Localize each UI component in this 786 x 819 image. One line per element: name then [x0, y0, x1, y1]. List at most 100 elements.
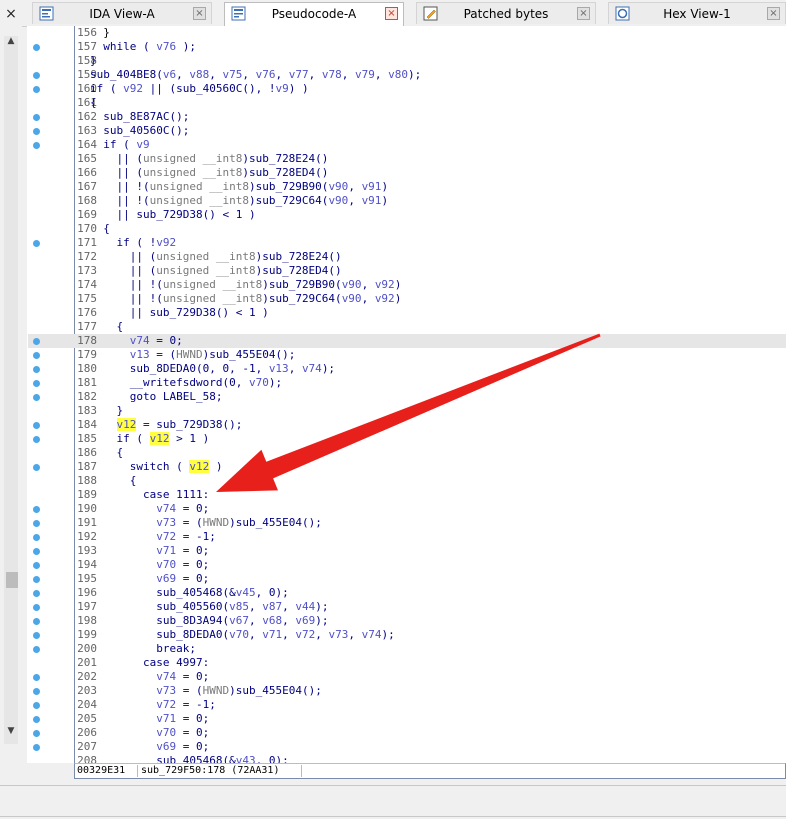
code-line[interactable]: 202 v74 = 0;: [28, 670, 786, 684]
breakpoint-dot-icon[interactable]: [33, 548, 40, 555]
breakpoint-dot-icon[interactable]: [33, 562, 40, 569]
breakpoint-dot-icon[interactable]: [33, 744, 40, 751]
code-line[interactable]: 181 __writefsdword(0, v70);: [28, 376, 786, 390]
code-line[interactable]: 198 sub_8D3A94(v67, v68, v69);: [28, 614, 786, 628]
breakpoint-dot-icon[interactable]: [33, 380, 40, 387]
breakpoint-dot-icon[interactable]: [33, 576, 40, 583]
close-icon[interactable]: ×: [767, 7, 780, 20]
code-line[interactable]: 197 sub_405560(v85, v87, v44);: [28, 600, 786, 614]
breakpoint-dot-icon[interactable]: [33, 702, 40, 709]
breakpoint-dot-icon[interactable]: [33, 506, 40, 513]
code-line[interactable]: 199 sub_8DEDA0(v70, v71, v72, v73, v74);: [28, 628, 786, 642]
vertical-scrollbar[interactable]: [4, 36, 18, 744]
code-line[interactable]: 179 v13 = (HWND)sub_455E04();: [28, 348, 786, 362]
code-line[interactable]: 204 v72 = -1;: [28, 698, 786, 712]
breakpoint-dot-icon[interactable]: [33, 464, 40, 471]
code-line[interactable]: 182 goto LABEL_58;: [28, 390, 786, 404]
code-line[interactable]: 162 sub_8E87AC();: [28, 110, 786, 124]
code-line[interactable]: 194 v70 = 0;: [28, 558, 786, 572]
code-line[interactable]: 170 {: [28, 222, 786, 236]
code-line[interactable]: 180 sub_8DEDA0(0, 0, -1, v13, v74);: [28, 362, 786, 376]
code-line[interactable]: 169 || sub_729D38() < 1 ): [28, 208, 786, 222]
code-line[interactable]: 175 || !(unsigned __int8)sub_729C64(v90,…: [28, 292, 786, 306]
code-line[interactable]: 189 case 1111:: [28, 488, 786, 502]
code-line[interactable]: 165 || (unsigned __int8)sub_728E24(): [28, 152, 786, 166]
code-line[interactable]: 177 {: [28, 320, 786, 334]
code-line[interactable]: 158}: [28, 54, 786, 68]
code-line[interactable]: 164 if ( v9: [28, 138, 786, 152]
code-line[interactable]: 159 sub_404BE8(v6, v88, v75, v76, v77, v7…: [28, 68, 786, 82]
code-line[interactable]: 206 v70 = 0;: [28, 726, 786, 740]
tab-hex-view[interactable]: Hex View-1 ×: [608, 2, 786, 24]
breakpoint-dot-icon[interactable]: [33, 44, 40, 51]
code-line[interactable]: 187 switch ( v12 ): [28, 460, 786, 474]
tab-patched-bytes[interactable]: Patched bytes ×: [416, 2, 596, 24]
scroll-up-icon[interactable]: ▲: [4, 36, 18, 50]
tab-ida-view[interactable]: IDA View-A ×: [32, 2, 212, 24]
variable-token: v74: [361, 628, 382, 641]
breakpoint-dot-icon[interactable]: [33, 86, 40, 93]
close-icon[interactable]: ×: [577, 7, 590, 20]
code-line[interactable]: 190 v74 = 0;: [28, 502, 786, 516]
code-line[interactable]: 196 sub_405468(&v45, 0);: [28, 586, 786, 600]
code-line[interactable]: 185 if ( v12 > 1 ): [28, 432, 786, 446]
breakpoint-dot-icon[interactable]: [33, 646, 40, 653]
code-line[interactable]: 186 {: [28, 446, 786, 460]
breakpoint-dot-icon[interactable]: [33, 674, 40, 681]
breakpoint-dot-icon[interactable]: [33, 688, 40, 695]
breakpoint-dot-icon[interactable]: [33, 436, 40, 443]
breakpoint-dot-icon[interactable]: [33, 590, 40, 597]
code-line[interactable]: 195 v69 = 0;: [28, 572, 786, 586]
breakpoint-dot-icon[interactable]: [33, 128, 40, 135]
breakpoint-dot-icon[interactable]: [33, 366, 40, 373]
code-line[interactable]: 161{: [28, 96, 786, 110]
code-line[interactable]: 163 sub_40560C();: [28, 124, 786, 138]
code-line[interactable]: 157 while ( v76 );: [28, 40, 786, 54]
code-line[interactable]: 192 v72 = -1;: [28, 530, 786, 544]
code-line[interactable]: 172 || (unsigned __int8)sub_728E24(): [28, 250, 786, 264]
code-line[interactable]: 203 v73 = (HWND)sub_455E04();: [28, 684, 786, 698]
close-icon[interactable]: ×: [193, 7, 206, 20]
breakpoint-dot-icon[interactable]: [33, 520, 40, 527]
code-token: if (: [90, 138, 137, 151]
code-line[interactable]: 183 }: [28, 404, 786, 418]
code-line[interactable]: 160 if ( v92 || (sub_40560C(), !v9) ): [28, 82, 786, 96]
code-line[interactable]: 191 v73 = (HWND)sub_455E04();: [28, 516, 786, 530]
code-line[interactable]: 174 || !(unsigned __int8)sub_729B90(v90,…: [28, 278, 786, 292]
code-line[interactable]: 156 }: [28, 26, 786, 40]
code-line[interactable]: 171 if ( !v92: [28, 236, 786, 250]
code-line[interactable]: 207 v69 = 0;: [28, 740, 786, 754]
breakpoint-dot-icon[interactable]: [33, 604, 40, 611]
panel-close-icon[interactable]: ×: [0, 6, 22, 26]
code-line[interactable]: 188 {: [28, 474, 786, 488]
close-icon[interactable]: ×: [385, 7, 398, 20]
code-line[interactable]: 193 v71 = 0;: [28, 544, 786, 558]
scroll-down-icon[interactable]: ▼: [4, 726, 18, 740]
code-line[interactable]: 200 break;: [28, 642, 786, 656]
breakpoint-dot-icon[interactable]: [33, 352, 40, 359]
breakpoint-dot-icon[interactable]: [33, 240, 40, 247]
breakpoint-dot-icon[interactable]: [33, 394, 40, 401]
code-line[interactable]: 168 || !(unsigned __int8)sub_729C64(v90,…: [28, 194, 786, 208]
scrollbar-thumb[interactable]: [6, 572, 18, 588]
code-line[interactable]: 173 || (unsigned __int8)sub_728ED4(): [28, 264, 786, 278]
tab-pseudocode[interactable]: Pseudocode-A ×: [224, 2, 404, 26]
pseudocode-view[interactable]: 156 } 157 while ( v76 ); 158} 159 sub_404BE8…: [28, 26, 786, 763]
breakpoint-dot-icon[interactable]: [33, 534, 40, 541]
breakpoint-dot-icon[interactable]: [33, 114, 40, 121]
breakpoint-dot-icon[interactable]: [33, 422, 40, 429]
code-line[interactable]: 205 v71 = 0;: [28, 712, 786, 726]
code-line[interactable]: 201 case 4997:: [28, 656, 786, 670]
breakpoint-dot-icon[interactable]: [33, 72, 40, 79]
breakpoint-dot-icon[interactable]: [33, 730, 40, 737]
code-line[interactable]: 184 v12 = sub_729D38();: [28, 418, 786, 432]
breakpoint-dot-icon[interactable]: [33, 618, 40, 625]
breakpoint-dot-icon[interactable]: [33, 142, 40, 149]
code-line[interactable]: 166 || (unsigned __int8)sub_728ED4(): [28, 166, 786, 180]
code-line[interactable]: 176 || sub_729D38() < 1 ): [28, 306, 786, 320]
breakpoint-dot-icon[interactable]: [33, 338, 40, 345]
code-line[interactable]: 178 v74 = 0;: [28, 334, 786, 348]
breakpoint-dot-icon[interactable]: [33, 716, 40, 723]
code-line[interactable]: 167 || !(unsigned __int8)sub_729B90(v90,…: [28, 180, 786, 194]
breakpoint-dot-icon[interactable]: [33, 632, 40, 639]
